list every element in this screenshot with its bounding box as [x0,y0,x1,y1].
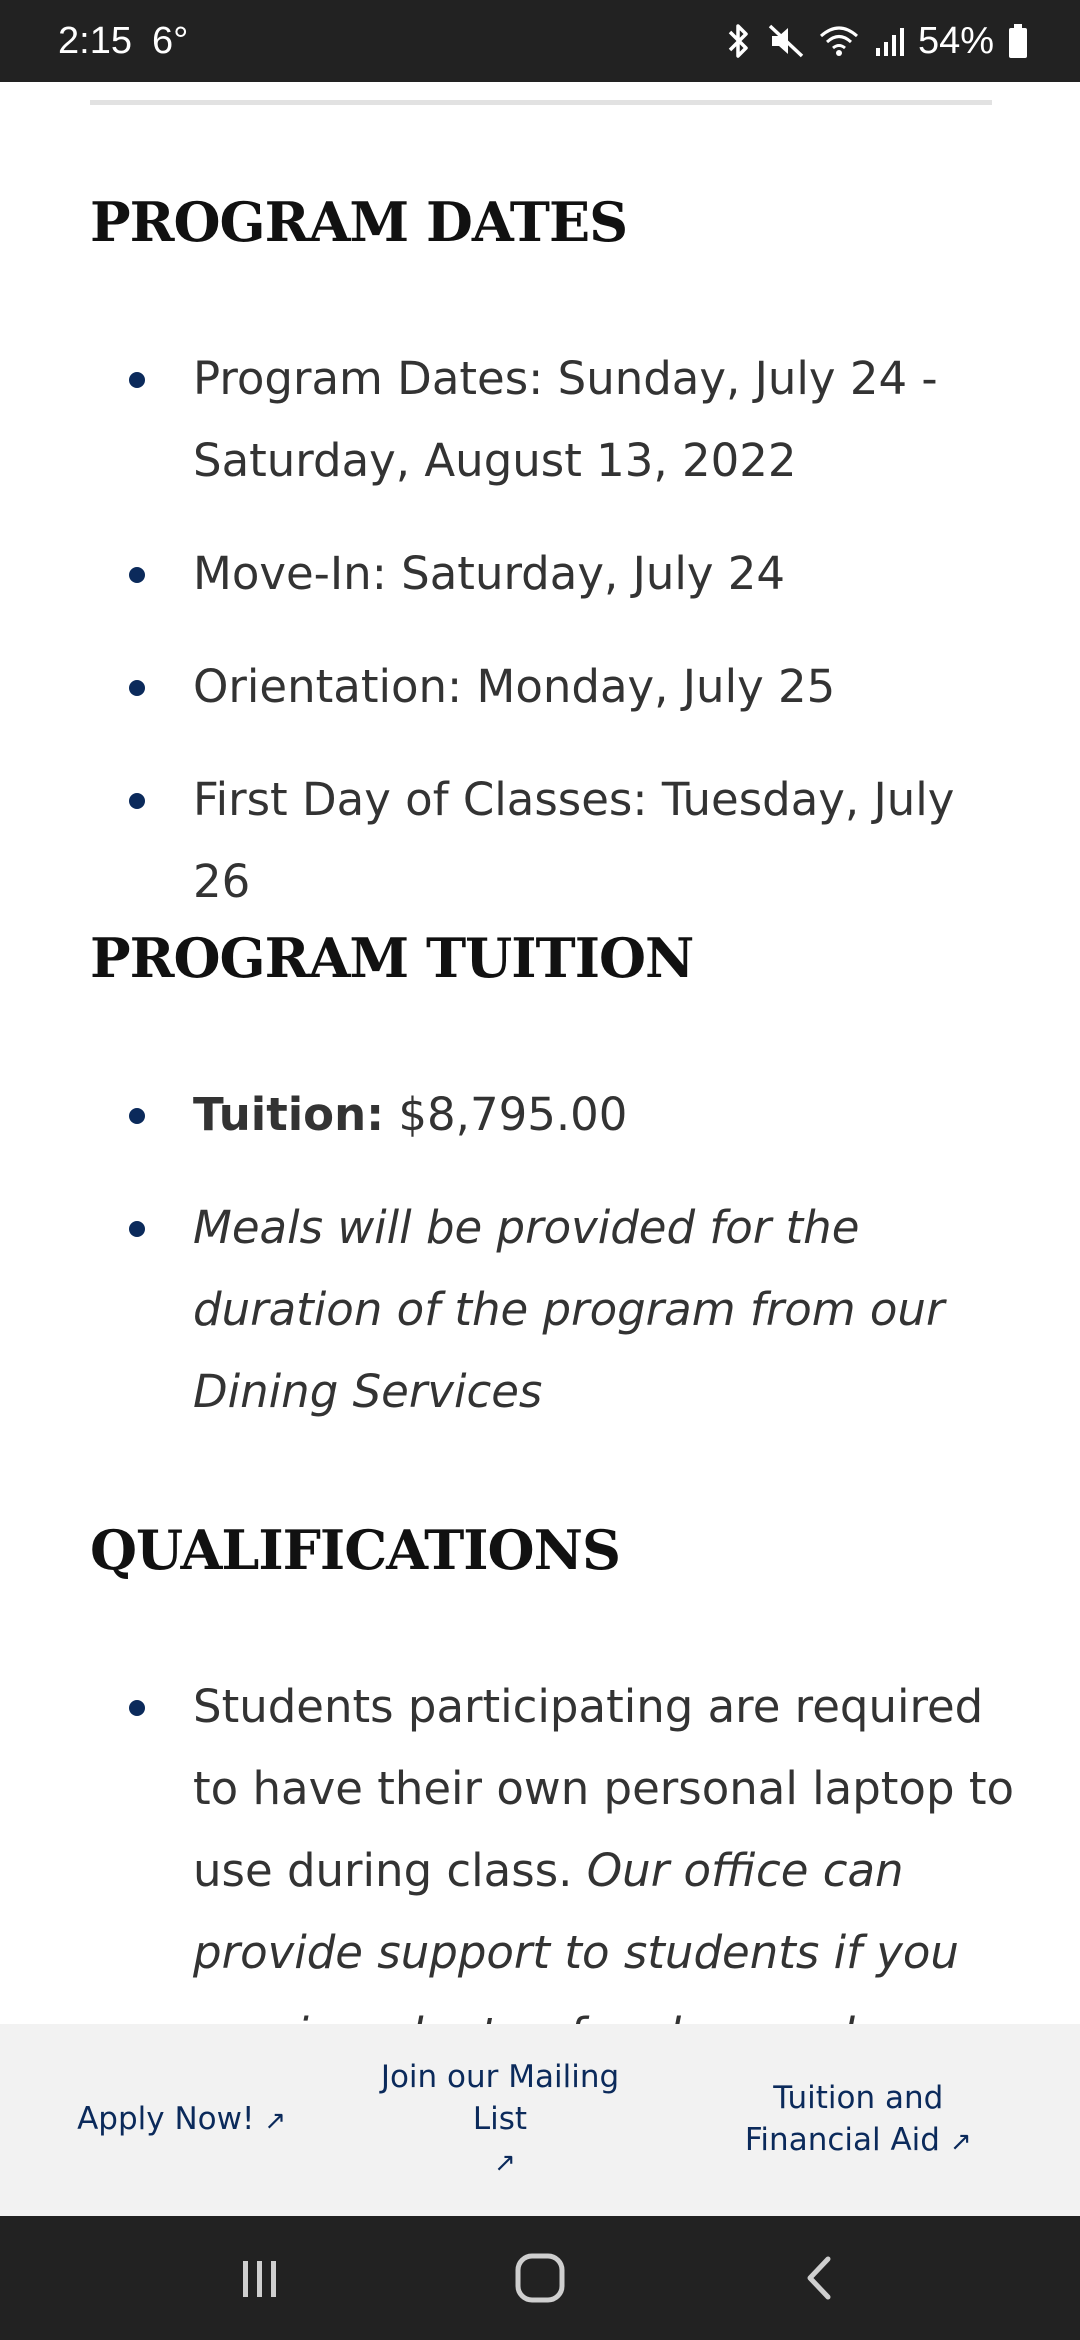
home-icon [515,2253,565,2303]
mailing-list-label: Join our Mailing List [380,2059,620,2137]
recent-apps-button[interactable] [220,2238,300,2318]
external-link-icon: ↗ [949,2127,972,2157]
apply-now-link[interactable]: Apply Now! ↗ [72,2098,292,2142]
list-item: Meals will be provided for the duration … [129,1187,1023,1433]
meals-note: Meals will be provided for the duration … [193,1201,945,1418]
home-button[interactable] [500,2238,580,2318]
external-link-icon: ↗ [494,2148,516,2178]
list-item: Tuition: $8,795.00 [129,1074,1023,1156]
status-bar: 2:15 6° 54% [0,0,1080,82]
page-content: PROGRAM DATES Program Dates: Sunday, Jul… [0,82,1080,2024]
list-item-text: First Day of Classes: Tuesday, July 26 [193,773,955,908]
footer-link-bar: Apply Now! ↗ Join our Mailing List ↗ Tuiti… [0,2024,1080,2216]
list-item-text: Orientation: Monday, July 25 [193,660,836,713]
mailing-list-link[interactable]: Join our Mailing List ↗ [355,2056,645,2184]
bullet-icon [129,567,145,583]
bullet-icon [129,793,145,809]
battery-icon [1008,23,1028,59]
status-right: 54% [724,20,1028,63]
list-item: Program Dates: Sunday, July 24 - Saturda… [129,338,1023,502]
list-item: First Day of Classes: Tuesday, July 26 [129,759,1023,923]
apply-now-label: Apply Now! [77,2101,255,2137]
tuition-label: Tuition: [193,1088,385,1141]
status-left: 2:15 6° [58,20,188,63]
back-button[interactable] [780,2238,860,2318]
list-item: Orientation: Monday, July 25 [129,646,1023,728]
divider [90,100,992,105]
tuition-value: $8,795.00 [384,1088,628,1141]
list-item: Students participating are required to h… [129,1666,1023,2024]
external-link-icon: ↗ [264,2106,287,2136]
list-item-text: Program Dates: Sunday, July 24 - Saturda… [193,352,938,487]
recent-apps-icon [243,2261,276,2297]
program-dates-heading: PROGRAM DATES [90,190,628,254]
bullet-icon [129,1108,145,1124]
qualifications-heading: QUALIFICATIONS [90,1518,621,1582]
navigation-bar [0,2216,1080,2340]
tuition-aid-link[interactable]: Tuition and Financial Aid ↗ [708,2077,1008,2163]
wifi-icon [818,22,860,60]
bullet-icon [129,372,145,388]
program-tuition-heading: PROGRAM TUITION [90,926,694,990]
tuition-aid-label: Tuition and Financial Aid [744,2080,944,2158]
status-time: 2:15 [58,19,132,62]
list-item: Move-In: Saturday, July 24 [129,533,1023,615]
mute-icon [768,22,804,60]
list-item-text: Move-In: Saturday, July 24 [193,547,786,600]
back-icon [807,2256,831,2300]
bullet-icon [129,680,145,696]
bullet-icon [129,1221,145,1237]
bluetooth-icon [724,22,754,60]
bullet-icon [129,1700,145,1716]
status-temperature: 6° [151,19,189,62]
battery-percent: 54% [917,19,994,62]
signal-icon [874,22,904,60]
